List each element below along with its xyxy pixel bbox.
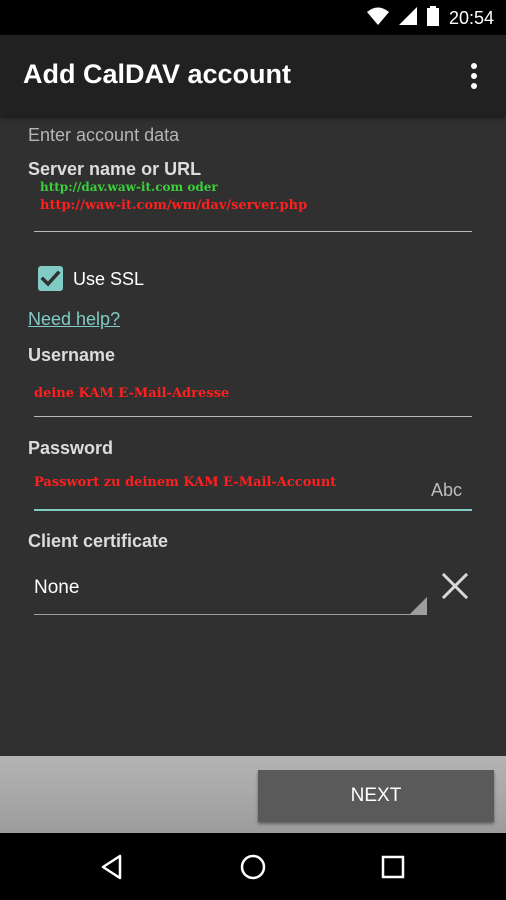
server-annotation-line1: http://dav.waw-it.com oder — [40, 180, 218, 194]
back-button[interactable] — [97, 851, 129, 883]
section-header: Enter account data — [28, 125, 180, 145]
use-ssl-checkbox[interactable] — [38, 266, 63, 291]
client-certificate-label: Client certificate — [28, 531, 169, 551]
username-field[interactable] — [34, 416, 472, 417]
next-button[interactable]: NEXT — [258, 770, 494, 822]
status-bar: 20:54 — [0, 0, 506, 35]
status-icons: 20:54 — [366, 5, 494, 31]
password-annotation: Passwort zu deinem KAM E-Mail-Account — [34, 475, 337, 490]
password-label: Password — [28, 438, 114, 458]
account-form: Enter account data Server name or URL ht… — [0, 116, 506, 756]
page-title: Add CalDAV account — [23, 59, 292, 89]
close-icon — [441, 572, 469, 600]
home-circle-icon — [240, 854, 266, 880]
recents-button[interactable] — [377, 851, 409, 883]
use-ssl-label[interactable]: Use SSL — [73, 269, 144, 290]
more-vertical-icon — [471, 63, 477, 89]
server-url-field[interactable] — [34, 231, 472, 232]
signal-icon — [398, 6, 417, 30]
username-label: Username — [28, 345, 116, 365]
keyboard-hint: Abc — [430, 480, 462, 500]
server-label: Server name or URL — [28, 159, 202, 179]
spinner-underline — [34, 614, 427, 615]
recents-square-icon — [381, 855, 405, 879]
button-bar: NEXT — [0, 756, 506, 833]
battery-icon — [426, 5, 439, 31]
wifi-icon — [366, 7, 389, 30]
client-certificate-value: None — [34, 577, 80, 598]
status-time: 20:54 — [448, 8, 494, 28]
need-help-link[interactable]: Need help? — [28, 309, 120, 330]
overflow-menu-button[interactable] — [462, 61, 486, 91]
server-annotation-line2: http://waw-it.com/wm/dav/server.php — [40, 198, 308, 213]
username-annotation: deine KAM E-Mail-Adresse — [34, 386, 230, 401]
navigation-bar — [0, 833, 506, 900]
clear-certificate-button[interactable] — [440, 571, 470, 601]
home-button[interactable] — [237, 851, 269, 883]
back-triangle-icon — [101, 854, 122, 880]
password-field[interactable] — [34, 509, 472, 511]
spinner-arrow-icon — [410, 597, 427, 614]
checkmark-icon — [40, 270, 61, 287]
app-bar: Add CalDAV account — [0, 35, 506, 116]
